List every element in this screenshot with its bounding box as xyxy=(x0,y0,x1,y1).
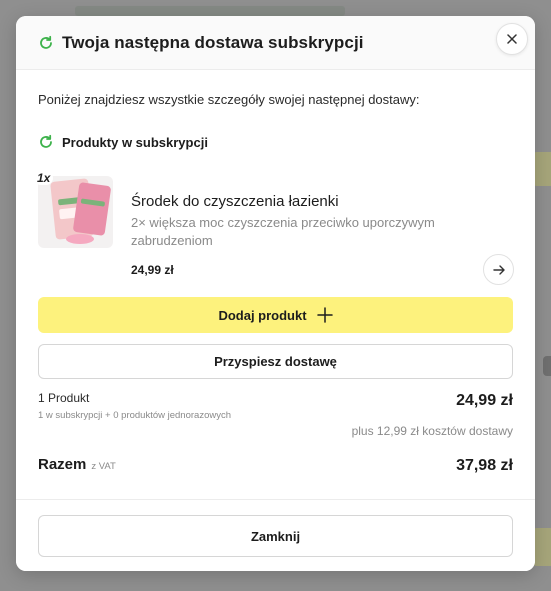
total-price: 37,98 zł xyxy=(456,457,513,474)
product-powder xyxy=(66,234,94,244)
arrow-right-icon xyxy=(492,263,506,277)
vat-label: z VAT xyxy=(91,461,116,472)
background-element xyxy=(543,356,551,376)
product-item: 1x Środek do czyszczenia łazienki 2× wię… xyxy=(34,171,514,285)
section-header: Produkty w subskrypcji xyxy=(38,134,208,150)
intro-text: Poniżej znajdziesz wszystkie szczegóły s… xyxy=(38,92,420,107)
product-name: Środek do czyszczenia łazienki xyxy=(131,193,339,210)
product-breakdown: 1 w subskrypcji + 0 produktów jednorazow… xyxy=(38,410,231,421)
product-price: 24,99 zł xyxy=(131,263,174,277)
subtotal-price: 24,99 zł xyxy=(456,392,513,409)
refresh-icon xyxy=(38,35,54,51)
total-label: Razem z VAT xyxy=(38,456,116,473)
shipping-cost: plus 12,99 zł kosztów dostawy xyxy=(351,424,513,438)
plus-icon xyxy=(316,307,333,323)
modal-header: Twoja następna dostawa subskrypcji xyxy=(16,16,535,70)
subscription-modal: Twoja następna dostawa subskrypcji Poniż… xyxy=(16,16,535,571)
refresh-icon xyxy=(38,134,54,150)
add-product-button[interactable]: Dodaj produkt xyxy=(38,297,513,333)
close-modal-button[interactable]: Zamknij xyxy=(38,515,513,557)
speed-up-delivery-button[interactable]: Przyspiesz dostawę xyxy=(38,344,513,379)
product-pack xyxy=(72,182,112,236)
modal-footer: Zamknij xyxy=(16,499,535,571)
close-icon xyxy=(506,33,518,45)
product-description: 2× większa moc czyszczenia przeciwko upo… xyxy=(131,215,435,248)
section-title: Produkty w subskrypcji xyxy=(62,134,208,150)
product-count: 1 Produkt xyxy=(38,391,90,405)
total-label-text: Razem xyxy=(38,456,87,473)
product-image xyxy=(38,176,113,248)
add-product-label: Dodaj produkt xyxy=(218,307,307,323)
background-link xyxy=(75,6,345,16)
quantity-badge: 1x xyxy=(34,171,54,185)
modal-title: Twoja następna dostawa subskrypcji xyxy=(62,32,364,52)
product-details-button[interactable] xyxy=(483,254,514,285)
close-button[interactable] xyxy=(496,23,528,55)
